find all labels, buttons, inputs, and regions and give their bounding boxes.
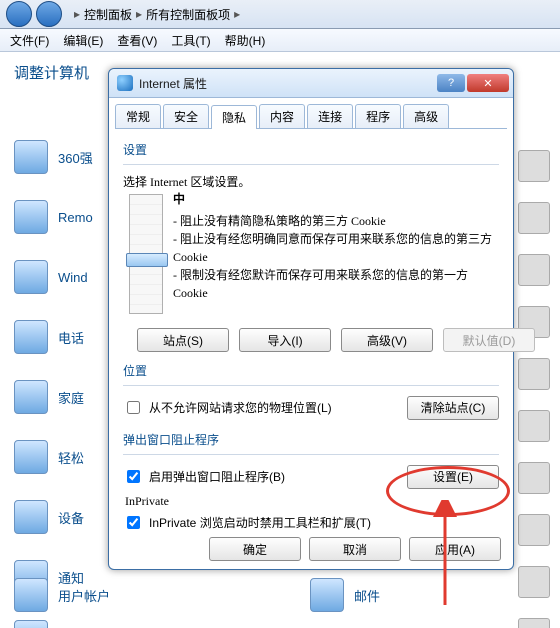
- menu-view[interactable]: 查看(V): [117, 32, 157, 49]
- clear-sites-button[interactable]: 清除站点(C): [407, 396, 499, 420]
- user-icon: [14, 578, 48, 612]
- cp-item[interactable]: 电话: [14, 320, 93, 354]
- inprivate-disable-toolbars-checkbox[interactable]: InPrivate 浏览启动时禁用工具栏和扩展(T): [123, 513, 499, 532]
- tab-privacy[interactable]: 隐私: [211, 105, 257, 129]
- explorer-toolbar: ▸ 控制面板 ▸ 所有控制面板项 ▸: [0, 0, 560, 29]
- help-button[interactable]: ?: [437, 74, 465, 92]
- zone-instruction: 选择 Internet 区域设置。: [123, 173, 499, 190]
- cancel-button[interactable]: 取消: [309, 537, 401, 561]
- dialog-title: Internet 属性: [139, 75, 435, 92]
- sites-button[interactable]: 站点(S): [137, 328, 229, 352]
- app-icon[interactable]: [518, 566, 550, 598]
- advanced-button[interactable]: 高级(V): [341, 328, 433, 352]
- tab-connections[interactable]: 连接: [307, 104, 353, 128]
- slider-thumb[interactable]: [126, 253, 168, 267]
- cp-bottom-row: 用户帐户 邮件: [14, 578, 380, 612]
- location-label: 位置: [123, 362, 499, 379]
- breadcrumb-item[interactable]: 所有控制面板项: [146, 6, 230, 23]
- cp-item-user-accounts[interactable]: 用户帐户: [14, 578, 110, 612]
- menu-help[interactable]: 帮助(H): [225, 32, 266, 49]
- privacy-level-text: 中 - 阻止没有精简隐私策略的第三方 Cookie - 阻止没有经您明确同意而保…: [173, 190, 499, 320]
- menu-edit[interactable]: 编辑(E): [63, 32, 103, 49]
- tab-general[interactable]: 常规: [115, 104, 161, 128]
- breadcrumb-item[interactable]: 控制面板: [84, 6, 132, 23]
- app-icon[interactable]: [518, 358, 550, 390]
- app-icon[interactable]: [518, 410, 550, 442]
- tab-security[interactable]: 安全: [163, 104, 209, 128]
- app-icon: [14, 140, 48, 174]
- app-icon: [14, 260, 48, 294]
- default-button: 默认值(D): [443, 328, 535, 352]
- app-icon[interactable]: [518, 514, 550, 546]
- privacy-slider[interactable]: [129, 194, 163, 314]
- tab-programs[interactable]: 程序: [355, 104, 401, 128]
- inprivate-label: InPrivate: [125, 494, 499, 509]
- checkbox-input[interactable]: [127, 401, 140, 414]
- apply-button[interactable]: 应用(A): [409, 537, 501, 561]
- privacy-level-name: 中: [173, 190, 499, 208]
- checkbox-input[interactable]: [127, 470, 140, 483]
- cp-item-mail[interactable]: 邮件: [310, 578, 380, 612]
- app-icon: [14, 200, 48, 234]
- never-allow-location-checkbox[interactable]: 从不允许网站请求您的物理位置(L): [123, 398, 332, 417]
- internet-icon: [117, 75, 133, 91]
- app-icon[interactable]: [518, 618, 550, 628]
- enable-popup-blocker-checkbox[interactable]: 启用弹出窗口阻止程序(B): [123, 467, 285, 486]
- app-icon[interactable]: [518, 202, 550, 234]
- ok-button[interactable]: 确定: [209, 537, 301, 561]
- app-icon[interactable]: [518, 462, 550, 494]
- app-icon: [14, 440, 48, 474]
- cp-item[interactable]: 系统: [14, 620, 93, 628]
- back-button[interactable]: [6, 1, 32, 27]
- tab-content[interactable]: 内容: [259, 104, 305, 128]
- right-icon-column: [518, 150, 550, 628]
- dialog-titlebar[interactable]: Internet 属性 ? ✕: [109, 69, 513, 98]
- cp-item[interactable]: 轻松: [14, 440, 93, 474]
- control-panel-list: 360强 Remo Wind 电话 家庭 轻松 设备 通知 系统: [14, 140, 93, 628]
- settings-label: 设置: [123, 141, 499, 158]
- app-icon: [14, 500, 48, 534]
- import-button[interactable]: 导入(I): [239, 328, 331, 352]
- privacy-pane: 设置 选择 Internet 区域设置。 中 - 阻止没有精简隐私策略的第三方 …: [109, 129, 513, 550]
- dialog-footer: 确定 取消 应用(A): [209, 537, 501, 561]
- tab-strip: 常规 安全 隐私 内容 连接 程序 高级: [115, 104, 507, 129]
- popup-settings-button[interactable]: 设置(E): [407, 465, 499, 489]
- menu-file[interactable]: 文件(F): [10, 32, 49, 49]
- app-icon[interactable]: [518, 150, 550, 182]
- cp-item[interactable]: 360强: [14, 140, 93, 174]
- checkbox-input[interactable]: [127, 516, 140, 529]
- forward-button[interactable]: [36, 1, 62, 27]
- cp-item[interactable]: Remo: [14, 200, 93, 234]
- popup-blocker-label: 弹出窗口阻止程序: [123, 431, 499, 448]
- app-icon[interactable]: [518, 254, 550, 286]
- close-button[interactable]: ✕: [467, 74, 509, 92]
- cp-item[interactable]: 设备: [14, 500, 93, 534]
- menu-bar: 文件(F) 编辑(E) 查看(V) 工具(T) 帮助(H): [0, 29, 560, 52]
- menu-tools[interactable]: 工具(T): [171, 32, 210, 49]
- cp-item[interactable]: Wind: [14, 260, 93, 294]
- app-icon: [14, 620, 48, 628]
- mail-icon: [310, 578, 344, 612]
- breadcrumb[interactable]: ▸ 控制面板 ▸ 所有控制面板项 ▸: [74, 6, 240, 23]
- cp-item[interactable]: 家庭: [14, 380, 93, 414]
- app-icon: [14, 320, 48, 354]
- internet-properties-dialog: Internet 属性 ? ✕ 常规 安全 隐私 内容 连接 程序 高级 设置 …: [108, 68, 514, 570]
- tab-advanced[interactable]: 高级: [403, 104, 449, 128]
- app-icon: [14, 380, 48, 414]
